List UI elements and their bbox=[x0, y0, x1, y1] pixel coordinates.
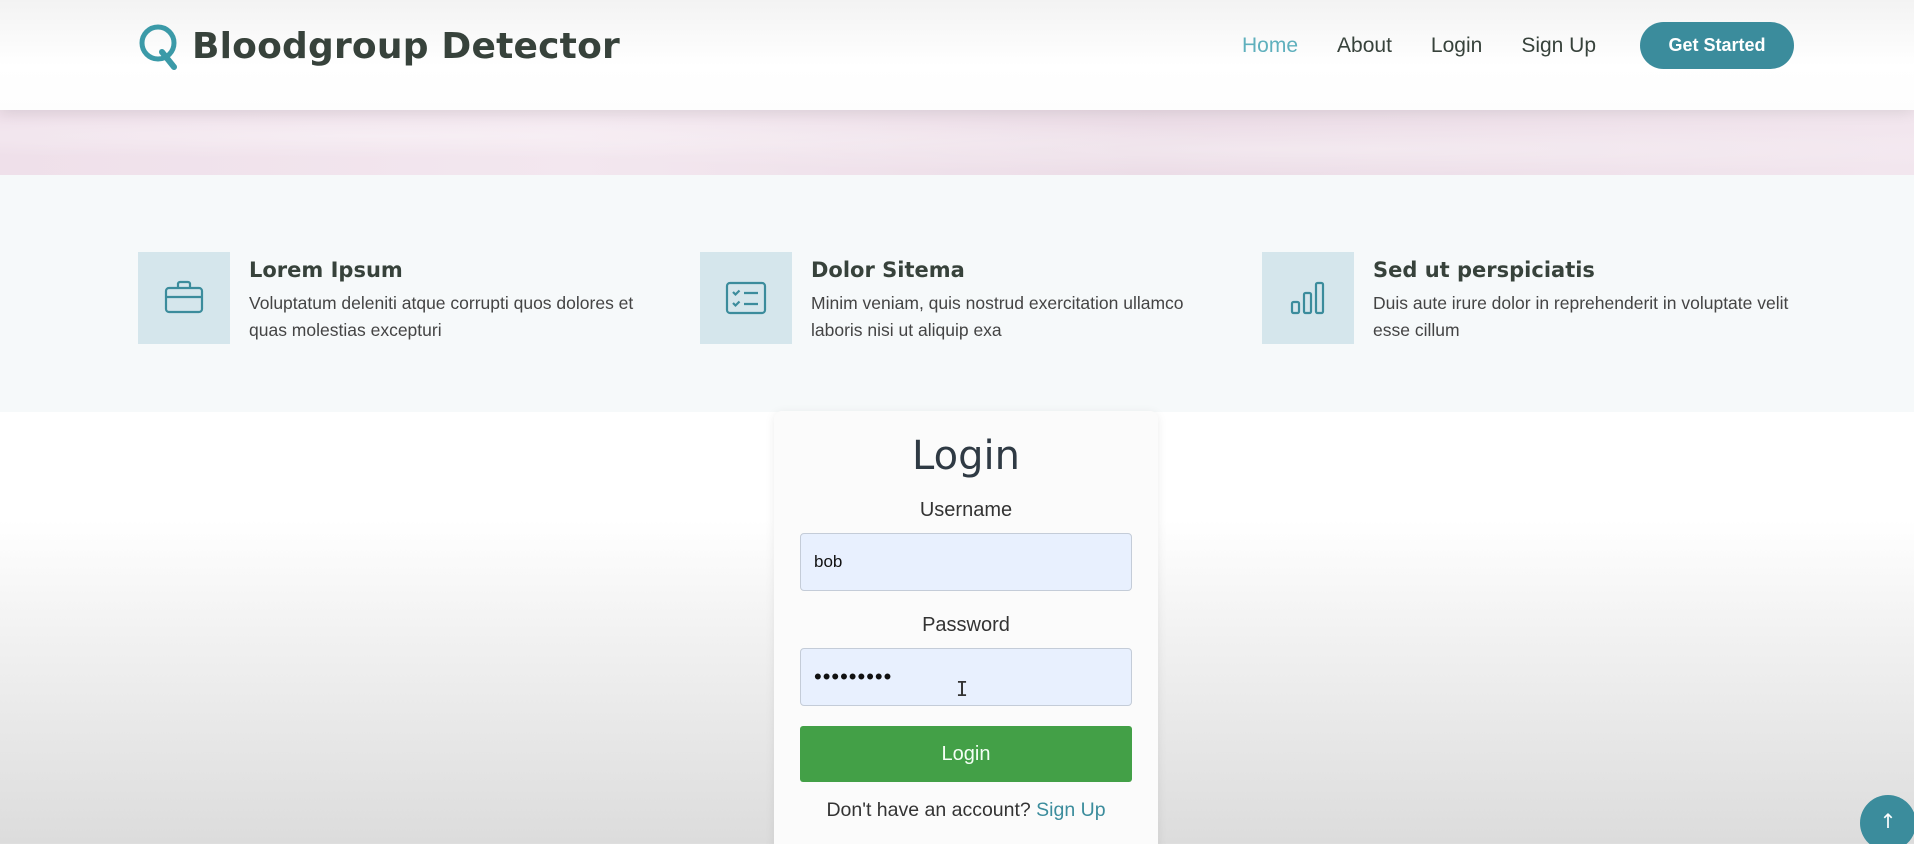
q-logo-icon bbox=[139, 24, 177, 70]
text-cursor-icon: I bbox=[956, 677, 969, 701]
checklist-icon bbox=[725, 281, 767, 315]
username-label: Username bbox=[919, 499, 1013, 521]
feature-icon-box bbox=[1262, 252, 1354, 344]
signup-prompt-text: Don't have an account? bbox=[826, 799, 1031, 821]
brand-title: Bloodgroup Detector bbox=[192, 25, 620, 67]
password-label: Password bbox=[922, 614, 1010, 636]
arrow-up-icon: ↑ bbox=[1879, 809, 1897, 833]
get-started-button[interactable]: Get Started bbox=[1640, 22, 1794, 69]
site-header: Bloodgroup Detector Home About Login Sig… bbox=[0, 0, 1914, 110]
back-to-top-button[interactable]: ↑ bbox=[1860, 795, 1914, 844]
feature-item: Lorem Ipsum Voluptatum deleniti atque co… bbox=[138, 252, 669, 344]
feature-title: Lorem Ipsum bbox=[249, 258, 403, 282]
features-section: Lorem Ipsum Voluptatum deleniti atque co… bbox=[0, 175, 1914, 412]
login-submit-button[interactable]: Login bbox=[800, 726, 1132, 782]
briefcase-icon bbox=[164, 280, 204, 314]
signup-link[interactable]: Sign Up bbox=[1036, 799, 1105, 821]
nav-login-link[interactable]: Login bbox=[1431, 34, 1482, 58]
feature-item: Dolor Sitema Minim veniam, quis nostrud … bbox=[700, 252, 1231, 344]
main-nav: Home About Login Sign Up bbox=[1242, 26, 1635, 66]
feature-item: Sed ut perspiciatis Duis aute irure dolo… bbox=[1262, 252, 1793, 344]
feature-description: Minim veniam, quis nostrud exercitation … bbox=[811, 293, 1184, 340]
nav-home-link[interactable]: Home bbox=[1242, 34, 1298, 58]
feature-icon-box bbox=[700, 252, 792, 344]
feature-description: Duis aute irure dolor in reprehenderit i… bbox=[1373, 293, 1789, 340]
login-form: Login Username Password I Login Don't ha… bbox=[774, 411, 1158, 844]
username-input[interactable] bbox=[800, 533, 1132, 591]
signup-prompt-line: Don't have an account? Sign Up bbox=[774, 799, 1158, 822]
feature-title: Sed ut perspiciatis bbox=[1373, 258, 1595, 282]
feature-title: Dolor Sitema bbox=[811, 258, 965, 282]
bar-chart-icon bbox=[1290, 281, 1325, 315]
brand[interactable]: Bloodgroup Detector bbox=[138, 20, 620, 72]
hero-background bbox=[0, 110, 1914, 175]
feature-description: Voluptatum deleniti atque corrupti quos … bbox=[249, 293, 634, 340]
login-title: Login bbox=[912, 433, 1020, 479]
nav-signup-link[interactable]: Sign Up bbox=[1521, 34, 1596, 58]
feature-icon-box bbox=[138, 252, 230, 344]
nav-about-link[interactable]: About bbox=[1337, 34, 1392, 58]
